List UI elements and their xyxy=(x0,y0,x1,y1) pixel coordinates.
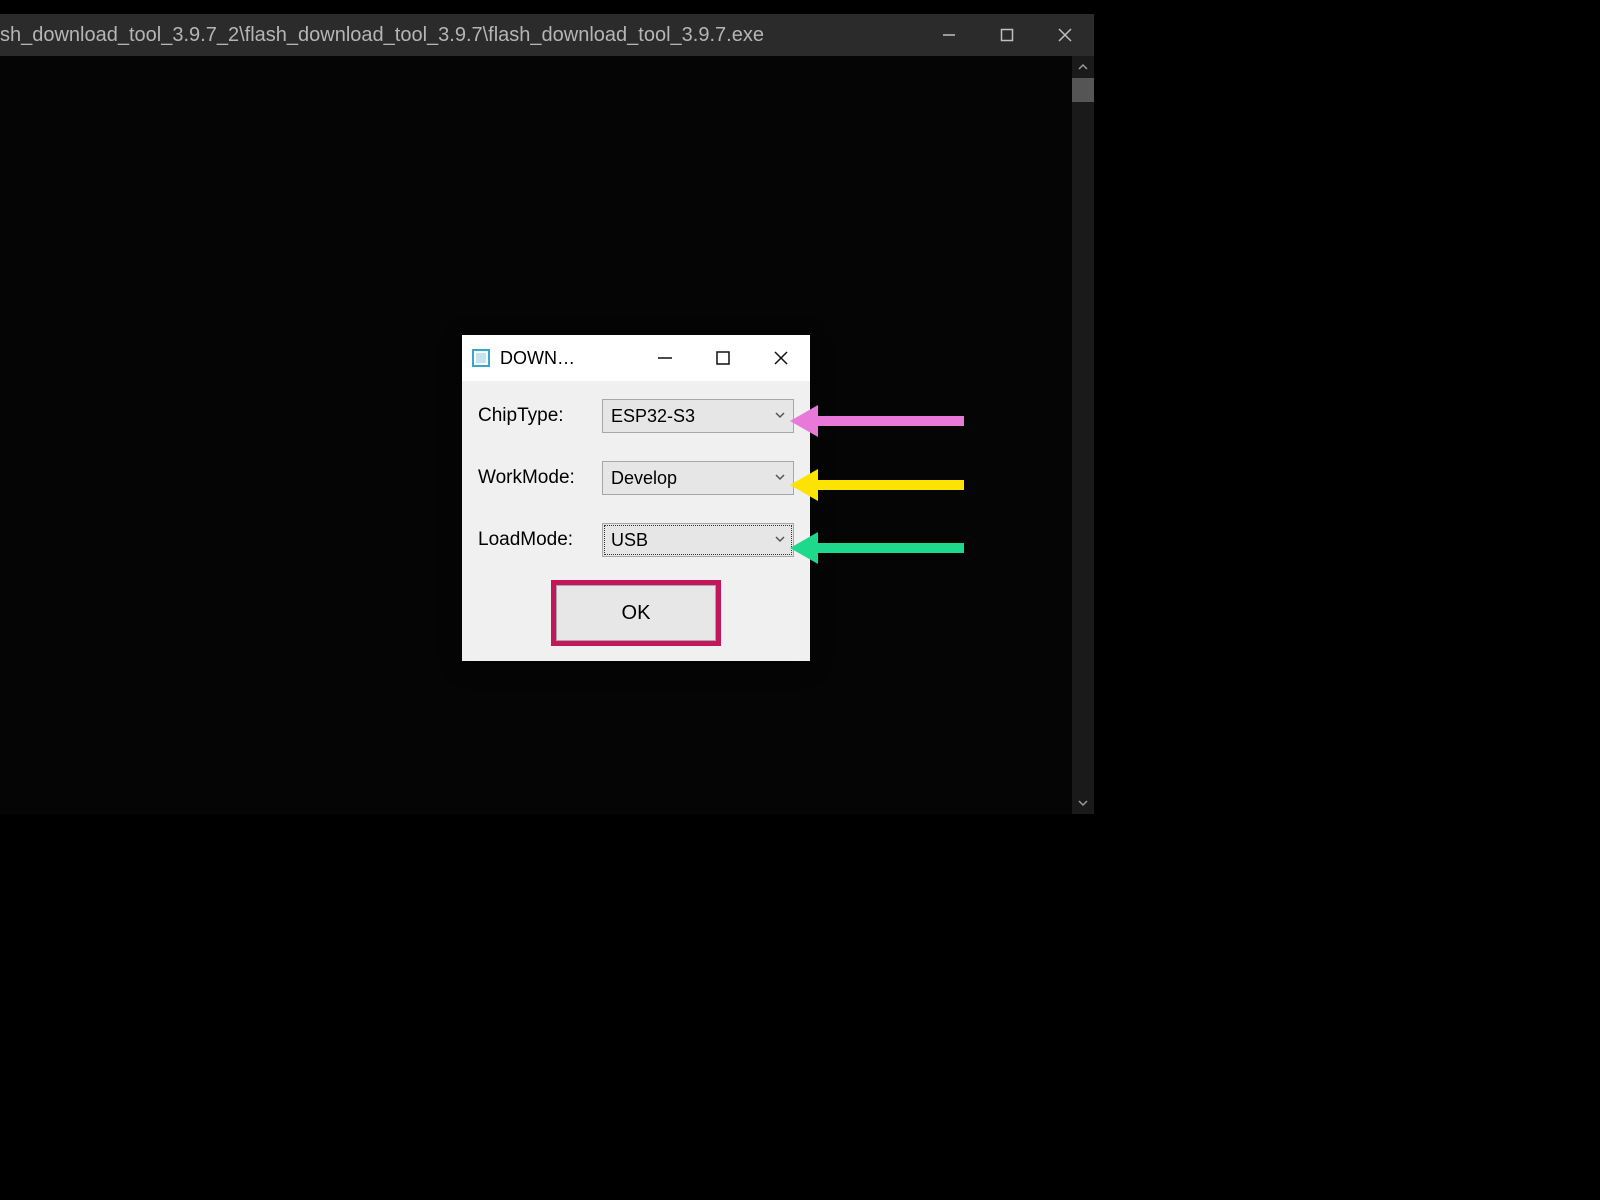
chevron-down-icon xyxy=(773,530,787,551)
ok-button[interactable]: OK xyxy=(556,585,716,641)
scroll-thumb[interactable] xyxy=(1072,78,1094,102)
arrow-shaft xyxy=(818,416,964,426)
work-mode-select[interactable]: Develop xyxy=(602,461,794,495)
maximize-icon xyxy=(716,351,730,365)
close-icon xyxy=(774,351,788,365)
close-icon xyxy=(1058,28,1072,42)
maximize-button[interactable] xyxy=(978,14,1036,56)
dialog-body: ChipType: ESP32-S3 WorkMode: Develop Loa… xyxy=(462,381,810,661)
ok-button-label: OK xyxy=(622,602,651,625)
scroll-down-arrow[interactable] xyxy=(1072,792,1094,814)
console-title-text: sh_download_tool_3.9.7_2\flash_download_… xyxy=(0,24,764,47)
arrow-shaft xyxy=(818,543,964,553)
chevron-down-icon xyxy=(1077,797,1089,809)
dialog-minimize-button[interactable] xyxy=(636,335,694,381)
minimize-icon xyxy=(942,28,956,42)
minimize-icon xyxy=(658,357,672,359)
download-config-dialog: DOWNL… ChipType: ESP32-S3 WorkMode: xyxy=(462,335,810,661)
maximize-icon xyxy=(1000,28,1014,42)
dialog-window-controls xyxy=(636,335,810,381)
app-icon xyxy=(470,347,492,369)
load-mode-row: LoadMode: USB xyxy=(478,523,794,557)
arrow-head-icon xyxy=(790,532,818,564)
arrow-head-icon xyxy=(790,405,818,437)
dialog-close-button[interactable] xyxy=(752,335,810,381)
chip-type-row: ChipType: ESP32-S3 xyxy=(478,399,794,433)
chevron-down-icon xyxy=(773,406,787,427)
dialog-title: DOWNL… xyxy=(500,348,580,369)
load-mode-label: LoadMode: xyxy=(478,529,602,551)
vertical-scrollbar[interactable] xyxy=(1072,56,1094,814)
console-titlebar: sh_download_tool_3.9.7_2\flash_download_… xyxy=(0,14,1094,56)
work-mode-label: WorkMode: xyxy=(478,467,602,489)
console-window-controls xyxy=(920,14,1094,56)
minimize-button[interactable] xyxy=(920,14,978,56)
dialog-titlebar: DOWNL… xyxy=(462,335,810,381)
arrow-head-icon xyxy=(790,469,818,501)
dialog-maximize-button[interactable] xyxy=(694,335,752,381)
annotation-arrow-workmode xyxy=(790,478,964,492)
arrow-shaft xyxy=(818,480,964,490)
work-mode-value: Develop xyxy=(611,468,677,489)
load-mode-select[interactable]: USB xyxy=(602,523,794,557)
annotation-arrow-chiptype xyxy=(790,414,964,428)
load-mode-value: USB xyxy=(611,530,648,551)
chip-type-value: ESP32-S3 xyxy=(611,406,695,427)
ok-row: OK xyxy=(478,585,794,641)
chip-type-label: ChipType: xyxy=(478,405,602,427)
annotation-arrow-loadmode xyxy=(790,541,964,555)
close-button[interactable] xyxy=(1036,14,1094,56)
chevron-down-icon xyxy=(773,468,787,489)
chip-type-select[interactable]: ESP32-S3 xyxy=(602,399,794,433)
scroll-up-arrow[interactable] xyxy=(1072,56,1094,78)
work-mode-row: WorkMode: Develop xyxy=(478,461,794,495)
chevron-up-icon xyxy=(1077,61,1089,73)
